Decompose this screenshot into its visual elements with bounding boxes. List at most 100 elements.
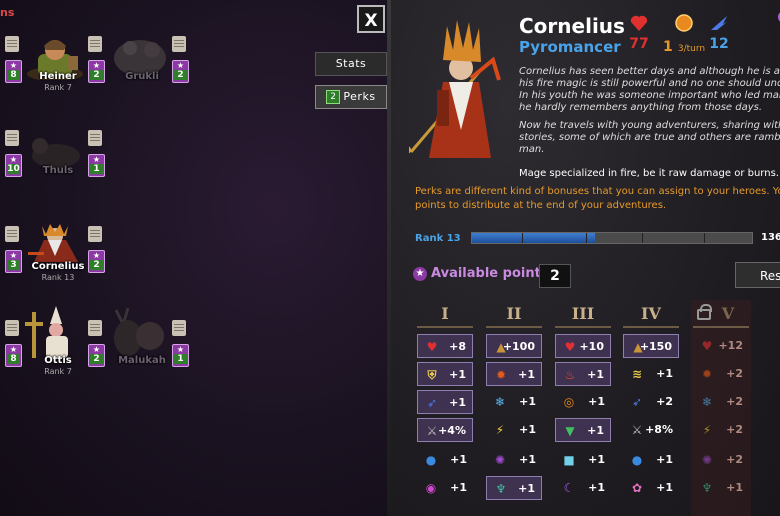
fireball-icon: ✹ — [701, 367, 713, 381]
perk-value: +2 — [726, 367, 743, 380]
xp-value: 1365 — [761, 232, 780, 243]
perk-value: +1 — [588, 453, 605, 466]
fireball-icon: ✹ — [495, 368, 507, 382]
perk-slot[interactable]: ❄ +1 — [486, 390, 542, 414]
tab-perks-label: Perks — [343, 90, 376, 103]
perk-slot[interactable]: ● +1 — [623, 448, 679, 472]
hero-name: Ottis — [44, 355, 72, 366]
star-icon: ★ — [413, 267, 427, 281]
flame-icon: ♨ — [564, 368, 576, 382]
perk-slot[interactable]: ✺ +1 — [486, 448, 542, 472]
perk-column-1: I ♥ +8 ⛨ +1 ➶ +1 ⚔ +4% ● +1 ◉ +1 — [415, 300, 475, 516]
perk-value: +1 — [587, 368, 604, 381]
perk-value: +150 — [639, 340, 672, 353]
perk-slot[interactable]: ⛨ +1 — [417, 362, 473, 386]
perk-slot[interactable]: ⚔ +4% — [417, 418, 473, 442]
perk-value: +4% — [438, 424, 466, 437]
poison-gem-icon: ▼ — [565, 424, 575, 438]
perk-slot[interactable]: ✿ +1 — [623, 476, 679, 500]
perk-slot[interactable]: ▼ +1 — [555, 418, 611, 442]
hero-name-title: Cornelius — [519, 14, 625, 38]
perk-slot[interactable]: ♨ +1 — [555, 362, 611, 386]
perk-column-4: IV ▲ +150 ≋ +1 ➶ +2 ⚔ +8% ● +1 ✿ +1 — [621, 300, 681, 516]
malukah-portrait — [114, 307, 164, 356]
perk-slot[interactable]: ▲ +100 — [486, 334, 542, 358]
perk-value: +1 — [518, 368, 535, 381]
perk-slot[interactable]: ■ +1 — [555, 448, 611, 472]
perk-value: +1 — [519, 395, 536, 408]
hero-name: Malukah — [118, 355, 166, 366]
water-drop-icon: ● — [425, 453, 437, 467]
hero-detail-panel: Cornelius Pyromancer 77 1 3/turn 12 Corn… — [391, 0, 780, 516]
burn-orb-icon: ◎ — [563, 395, 575, 409]
perk-slot[interactable]: ⚡ +1 — [486, 418, 542, 442]
perk-value: +100 — [502, 340, 535, 353]
available-points-label: ★ Available points — [413, 266, 549, 281]
perk-column-2: II ▲ +100 ✹ +1 ❄ +1 ⚡ +1 ✺ +1 ♆ +1 — [484, 300, 544, 516]
perk-value: +1 — [450, 481, 467, 494]
perk-slot[interactable]: ✹ +1 — [486, 362, 542, 386]
eye-icon: ◉ — [425, 481, 437, 495]
perk-slot: ✺ +2 — [693, 448, 749, 472]
perk-value: +2 — [656, 395, 673, 408]
perk-slot: ❄ +2 — [693, 390, 749, 414]
perk-value: +1 — [656, 481, 673, 494]
hero-class: Pyromancer — [519, 38, 621, 56]
perk-slot[interactable]: ♆ +1 — [486, 476, 542, 500]
perk-value: +1 — [519, 453, 536, 466]
hero-name: Heiner — [39, 71, 77, 82]
perk-slot: ♥ +12 — [693, 334, 749, 358]
perk-value: +1 — [449, 368, 466, 381]
rank-label: Rank 13 — [415, 233, 461, 244]
perk-slot[interactable]: ➶ +1 — [417, 390, 473, 414]
cornelius-portrait-large — [409, 20, 501, 158]
perk-slot[interactable]: ◉ +1 — [417, 476, 473, 500]
burn-stat: 1 3/turn — [663, 14, 705, 55]
ottis-portrait — [25, 306, 68, 358]
crossed-axes-icon: ⚔ — [631, 423, 643, 437]
hero-rank: Rank 13 — [41, 273, 75, 282]
close-button[interactable]: X — [357, 5, 385, 33]
perk-column-header: I — [441, 304, 449, 323]
perk-value: +2 — [726, 423, 743, 436]
perk-value: +1 — [588, 395, 605, 408]
perk-slot[interactable]: ⚔ +8% — [623, 418, 679, 442]
heart-icon — [630, 15, 648, 31]
tab-stats[interactable]: Stats — [315, 52, 387, 76]
speed-stat: 12 — [709, 14, 729, 52]
tab-perks[interactable]: 2 Perks — [315, 85, 387, 109]
reset-button[interactable]: Res — [735, 262, 780, 288]
hero-rank: Rank 7 — [44, 83, 72, 92]
shield-icon: ⛨ — [427, 368, 437, 382]
perk-slot[interactable]: ☾ +1 — [555, 476, 611, 500]
perk-value: +1 — [450, 453, 467, 466]
perk-value: +1 — [656, 453, 673, 466]
wing-icon — [711, 16, 727, 30]
hero-name: Cornelius — [31, 261, 85, 272]
hero-roster-panel: ns ★8 ★2 Heiner Rank 7 ★2 Grukli ★10 — [0, 0, 390, 516]
scroll-icon — [172, 36, 186, 52]
roster-title-fragment: ns — [0, 6, 15, 19]
perk-slot[interactable]: ● +1 — [417, 448, 473, 472]
hero-name: Grukli — [125, 71, 159, 82]
perk-slot[interactable]: ➶ +2 — [623, 390, 679, 414]
perk-slot[interactable]: ♥ +10 — [555, 334, 611, 358]
ice-block-icon: ■ — [563, 453, 575, 467]
perk-column-5: V ♥ +12 ✹ +2 ❄ +2 ⚡ +2 ✺ +2 ♆ +1 — [691, 300, 751, 516]
heart-icon: ♥ — [701, 339, 713, 353]
wing-icon: ➶ — [631, 395, 643, 409]
hero-specialty: Mage specialized in fire, be it raw dama… — [519, 168, 779, 179]
hp-stat: 77 — [629, 14, 649, 52]
scroll-icon — [5, 320, 19, 336]
perk-slot[interactable]: ≋ +1 — [623, 362, 679, 386]
lock-icon — [697, 304, 712, 320]
perk-slot[interactable]: ▲ +150 — [623, 334, 679, 358]
perk-value: +8% — [645, 423, 673, 436]
perk-slot[interactable]: ♥ +8 — [417, 334, 473, 358]
xp-bar-fill — [472, 233, 596, 243]
perk-value: +12 — [718, 339, 743, 352]
perk-value: +1 — [449, 396, 466, 409]
perk-slot[interactable]: ◎ +1 — [555, 390, 611, 414]
perk-slot: ✹ +2 — [693, 362, 749, 386]
perk-value: +10 — [579, 340, 604, 353]
